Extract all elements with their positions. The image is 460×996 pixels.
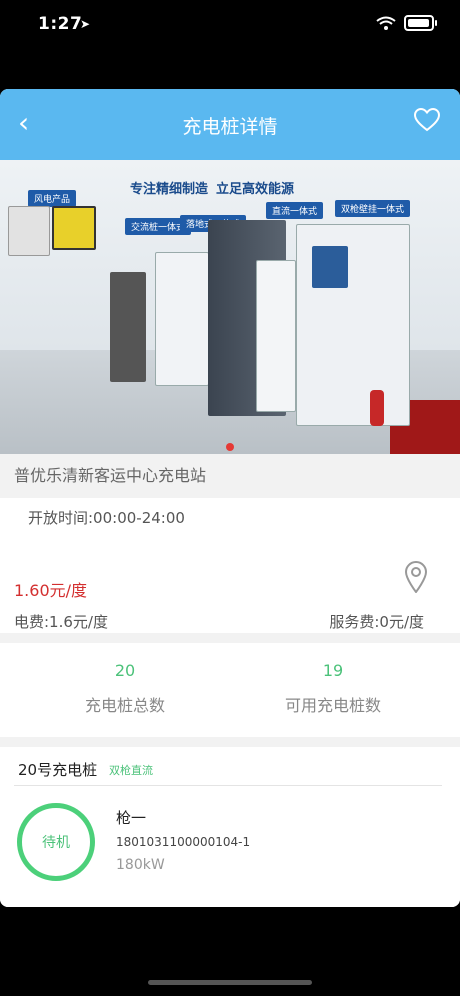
battery-icon xyxy=(404,15,437,31)
opening-hours: 开放时间:00:00-24:00 xyxy=(0,498,460,543)
brochure-rack xyxy=(110,272,146,382)
charger-1 xyxy=(155,252,209,386)
electric-fee: 电费:1.6元/度 xyxy=(14,613,108,631)
charging-pile-card[interactable]: 20号充电桩 双枪直流 待机 枪一 1801031100000104-1 180… xyxy=(0,747,460,907)
charger-3-screen xyxy=(312,246,348,288)
gun-name: 枪一 xyxy=(116,809,147,827)
total-count-label: 充电桩总数 xyxy=(84,696,165,715)
location-arrow-icon: ➤ xyxy=(80,17,91,31)
detail-sheet: ‹ 充电桩详情 专注精细制造 立足高效能源 风电产品 交流桩一体式 落地式一体式… xyxy=(0,89,460,907)
status-bar: 1:27 ➤ xyxy=(0,0,460,48)
total-count-value: 20 xyxy=(114,661,136,680)
sign-1: 风电产品 xyxy=(28,190,77,207)
page-title: 充电桩详情 xyxy=(182,116,278,138)
sign-5: 双枪壁挂一体式 xyxy=(335,200,411,217)
fire-extinguisher xyxy=(370,390,384,426)
total-count: 20 充电桩总数 xyxy=(10,661,240,716)
inverter-white xyxy=(8,206,50,256)
pile-counts: 20 充电桩总数 19 可用充电桩数 xyxy=(0,643,460,737)
wifi-icon xyxy=(376,16,396,30)
available-count: 19 可用充电桩数 xyxy=(218,661,448,716)
available-count-label: 可用充电桩数 xyxy=(284,696,381,715)
station-name: 普优乐清新客运中心充电站 xyxy=(0,454,460,498)
nav-bar: ‹ 充电桩详情 xyxy=(0,89,460,160)
price-section: 1.60元/度 电费:1.6元/度 服务费:0元/度 xyxy=(0,543,460,633)
inverter-yellow xyxy=(52,206,96,250)
location-pin-icon[interactable] xyxy=(404,561,428,593)
pile-type-tag: 双枪直流 xyxy=(109,764,153,777)
carousel-indicator[interactable] xyxy=(226,443,234,451)
pile-title: 20号充电桩 xyxy=(18,761,98,779)
slogan-2: 立足高效能源 xyxy=(216,182,295,197)
status-label: 待机 xyxy=(42,835,70,851)
status-icons xyxy=(376,15,437,31)
divider xyxy=(14,785,442,786)
charger-2-panel xyxy=(256,260,296,412)
clock: 1:27 xyxy=(38,14,83,34)
slogan-1: 专注精细制造 xyxy=(130,182,209,197)
service-fee: 服务费:0元/度 xyxy=(329,613,424,631)
home-indicator[interactable] xyxy=(148,980,312,985)
photo-carousel[interactable]: 专注精细制造 立足高效能源 风电产品 交流桩一体式 落地式一体式 直流一体式 双… xyxy=(0,160,460,454)
gun-serial: 1801031100000104-1 xyxy=(116,835,251,849)
sign-4: 直流一体式 xyxy=(266,202,324,219)
unit-price: 1.60元/度 xyxy=(14,581,88,600)
gun-power: 180kW xyxy=(116,857,165,873)
favorite-heart-icon[interactable] xyxy=(414,108,440,132)
available-count-value: 19 xyxy=(322,661,344,680)
status-ring: 待机 xyxy=(17,803,95,881)
